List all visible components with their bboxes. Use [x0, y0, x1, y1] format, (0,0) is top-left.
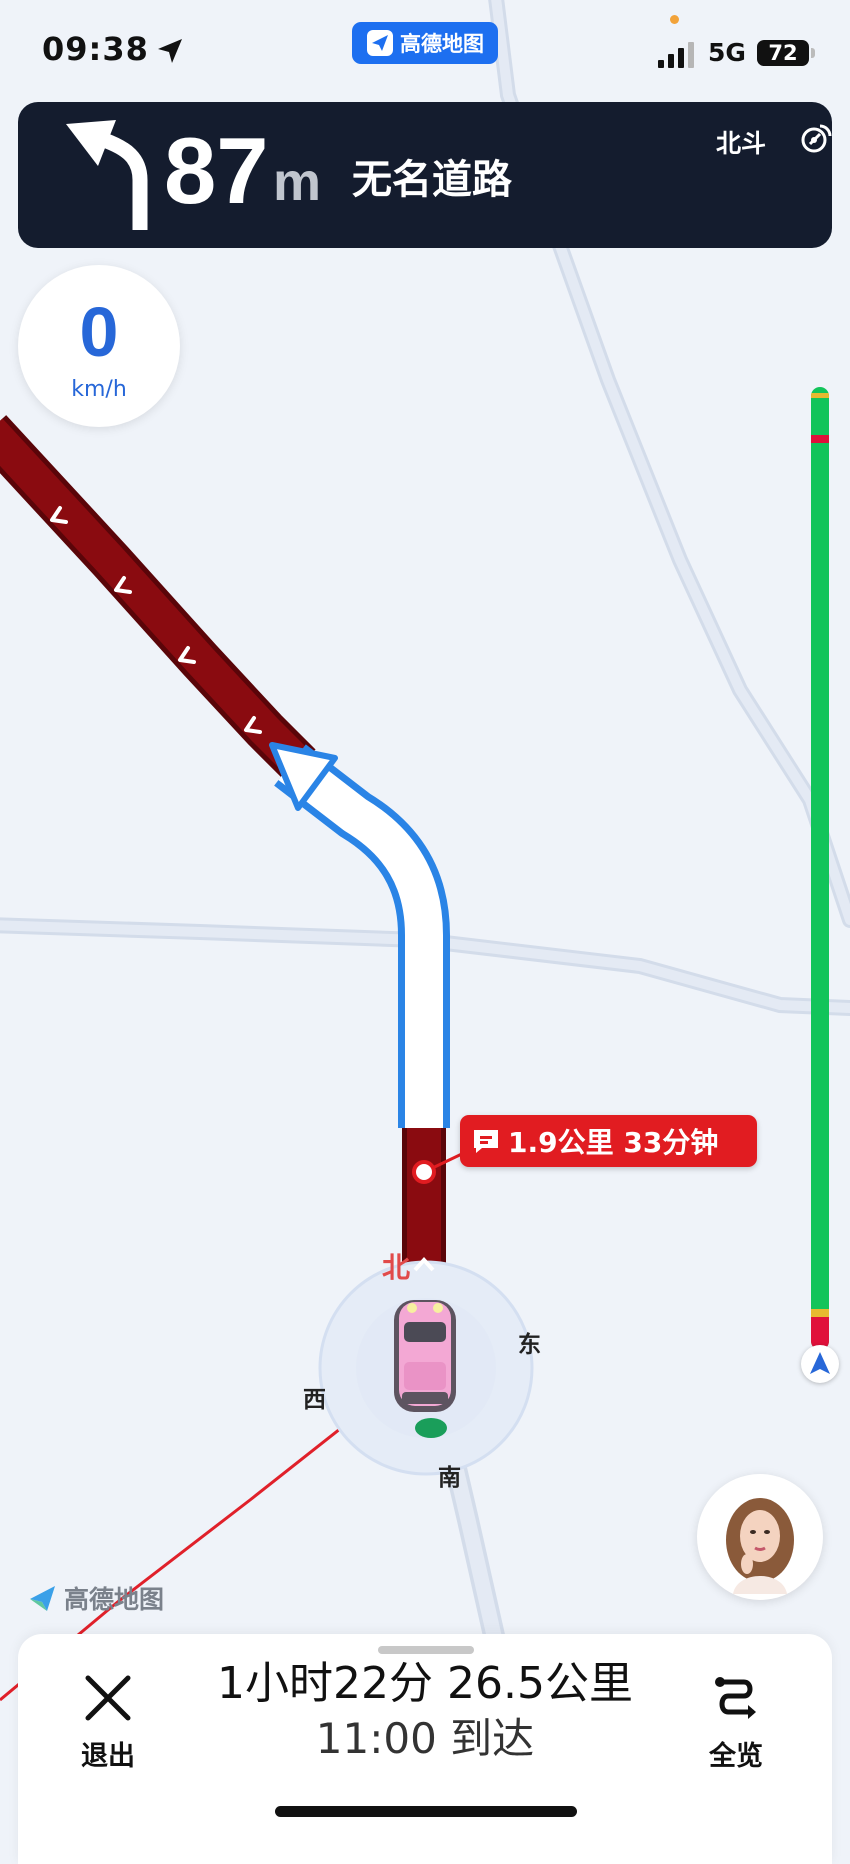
network-type: 5G — [708, 38, 746, 67]
battery-level: 72 — [768, 41, 798, 65]
exit-label: 退出 — [81, 1741, 135, 1772]
gnss-label: 北斗 — [716, 129, 767, 158]
navigation-arrow-icon — [810, 1352, 830, 1374]
compass-north: 北 — [382, 1251, 411, 1284]
arrival-time: 11:00 到达 — [315, 1714, 535, 1763]
satellite-icon — [801, 124, 832, 153]
road-name: 无名道路 — [352, 157, 512, 203]
location-arrow-icon — [158, 39, 182, 63]
home-indicator[interactable] — [275, 1806, 577, 1817]
battery-indicator: 72 — [757, 40, 815, 66]
turn-left-icon — [66, 120, 148, 230]
navigation-banner[interactable]: 87 m 无名道路 北斗 — [18, 102, 832, 248]
app-badge[interactable]: 高德地图 — [352, 22, 498, 64]
current-position-marker — [801, 1345, 839, 1383]
watermark-text: 高德地图 — [64, 1585, 165, 1614]
overview-button[interactable]: 全览 — [686, 1664, 786, 1804]
map-watermark: 高德地图 — [28, 1580, 164, 1616]
speed-indicator: 0 km/h — [18, 265, 180, 427]
route-eta-callout[interactable]: 1.9公里 33分钟 — [460, 1115, 757, 1167]
speed-value: 0 — [79, 293, 119, 371]
drag-handle[interactable] — [378, 1646, 474, 1654]
voice-assistant-avatar[interactable] — [697, 1474, 823, 1600]
speed-unit: km/h — [71, 377, 127, 402]
traffic-segment-slow — [811, 393, 829, 398]
route-eta-text: 1.9公里 33分钟 — [508, 1126, 719, 1159]
trip-panel: 退出 1小时22分 26.5公里 11:00 到达 全览 — [18, 1634, 832, 1864]
message-icon — [474, 1130, 498, 1153]
traffic-status-bar — [811, 387, 829, 1350]
route-overview-icon — [715, 1677, 756, 1719]
amap-logo-icon — [367, 30, 393, 56]
app-badge-label: 高德地图 — [400, 32, 484, 56]
trip-summary: 1小时22分 26.5公里 — [217, 1658, 633, 1709]
cellular-signal-icon — [658, 42, 694, 68]
compass-south: 南 — [438, 1465, 461, 1491]
status-bar: 09:38 高德地图 5G 72 — [0, 0, 850, 100]
status-time: 09:38 — [42, 30, 149, 68]
assistant-portrait-icon — [726, 1498, 794, 1594]
compass-west: 西 — [303, 1387, 326, 1413]
privacy-indicator — [670, 15, 679, 24]
amap-logo-icon — [30, 1586, 55, 1611]
overview-label: 全览 — [709, 1741, 763, 1772]
close-icon — [85, 1675, 131, 1721]
traffic-segment-slow — [811, 1309, 829, 1317]
compass-east: 东 — [518, 1332, 541, 1358]
traffic-segment-jam — [811, 435, 829, 443]
route-line — [0, 415, 446, 1290]
distance-unit: m — [273, 152, 322, 212]
distance-value: 87 — [164, 118, 269, 223]
exit-button[interactable]: 退出 — [58, 1664, 158, 1804]
